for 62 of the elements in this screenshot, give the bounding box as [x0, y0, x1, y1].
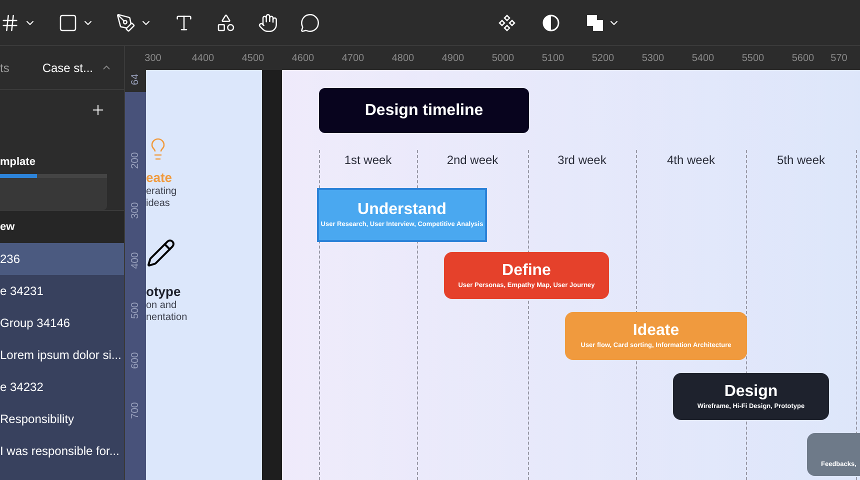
layer-item[interactable]: 236 [0, 243, 124, 275]
ruler-label: 200 [129, 150, 142, 170]
comment-icon [300, 12, 320, 32]
ruler-label: 4900 [440, 52, 466, 66]
component-icon [498, 14, 516, 32]
ruler-label: 300 [129, 200, 142, 220]
phase-title: Define [502, 260, 551, 281]
step-description: on and [146, 300, 178, 312]
step-title: otype [146, 284, 182, 300]
rectangle-icon [58, 12, 78, 32]
week-label: 3rd week [556, 152, 608, 169]
boolean-icon [586, 14, 604, 32]
hand-icon [258, 12, 278, 32]
ruler-label: 4600 [290, 52, 316, 66]
contrast-icon [542, 14, 560, 32]
week-label: 5th week [776, 152, 826, 169]
week-label: 2nd week [446, 152, 500, 169]
ruler-label: 5300 [640, 52, 666, 66]
ruler-label: 64 [129, 72, 142, 87]
ruler-label: 5100 [540, 52, 566, 66]
step-description: nentation [146, 312, 188, 324]
step-description: ideas [146, 198, 171, 210]
ruler-label: 5500 [740, 52, 766, 66]
pencil-icon [146, 238, 176, 268]
page-item[interactable]: mplate [0, 154, 36, 170]
ruler-label: 4500 [240, 52, 266, 66]
panel-tab[interactable]: ts [0, 58, 10, 76]
layer-item[interactable]: Group 34146 [0, 307, 124, 339]
layer-item[interactable]: I was responsible for... [0, 435, 124, 467]
panel-tab[interactable]: Case st... [42, 58, 112, 76]
ruler-label: 500 [129, 300, 142, 320]
timeline-title: Design timeline [319, 88, 529, 133]
pen-icon [116, 12, 136, 32]
layer-item[interactable]: Responsibility [0, 403, 124, 435]
layer-item[interactable]: Lorem ipsum dolor si... [0, 339, 124, 371]
layer-item[interactable]: e 34231 [0, 275, 124, 307]
step-title: eate [146, 170, 174, 186]
ruler-label: 4700 [340, 52, 366, 66]
phase-title: Understand [358, 200, 446, 220]
ruler-label: 700 [129, 400, 142, 420]
plus-icon [90, 102, 106, 118]
layer-item[interactable]: e 34232 [0, 371, 124, 403]
week-label: 1st week [343, 152, 393, 169]
ruler-label: 570 [830, 52, 848, 66]
step-description: erating [146, 186, 178, 198]
ruler-label: 5200 [590, 52, 616, 66]
ruler-label: 5600 [790, 52, 816, 66]
frame-icon [0, 12, 20, 32]
ruler-label: 4800 [390, 52, 416, 66]
phase-title: Design [724, 382, 778, 402]
week-label: 4th week [666, 152, 716, 169]
ruler-label: 4400 [190, 52, 216, 66]
ruler-label: 300 [144, 52, 162, 66]
ruler-label: 600 [129, 350, 142, 370]
ruler-label: 5400 [690, 52, 716, 66]
text-icon [174, 12, 194, 32]
add-page-button[interactable] [90, 102, 106, 118]
phase-title: Ideate [632, 321, 680, 342]
ruler-label: 400 [129, 250, 142, 271]
section-title: ew [0, 220, 15, 235]
ruler-label: 5000 [490, 52, 516, 66]
shapes-icon [216, 12, 236, 32]
